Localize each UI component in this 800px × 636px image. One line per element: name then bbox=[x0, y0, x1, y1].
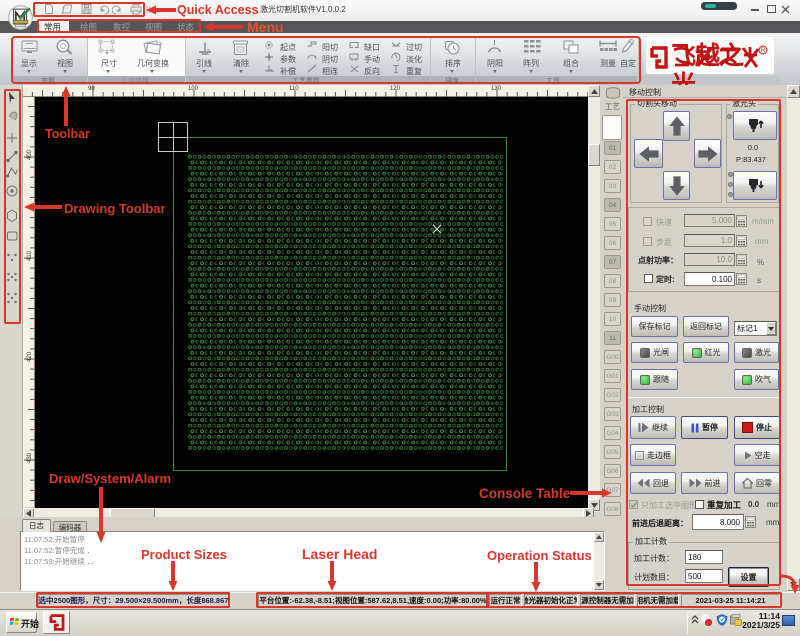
svg-text:R: R bbox=[761, 48, 766, 54]
